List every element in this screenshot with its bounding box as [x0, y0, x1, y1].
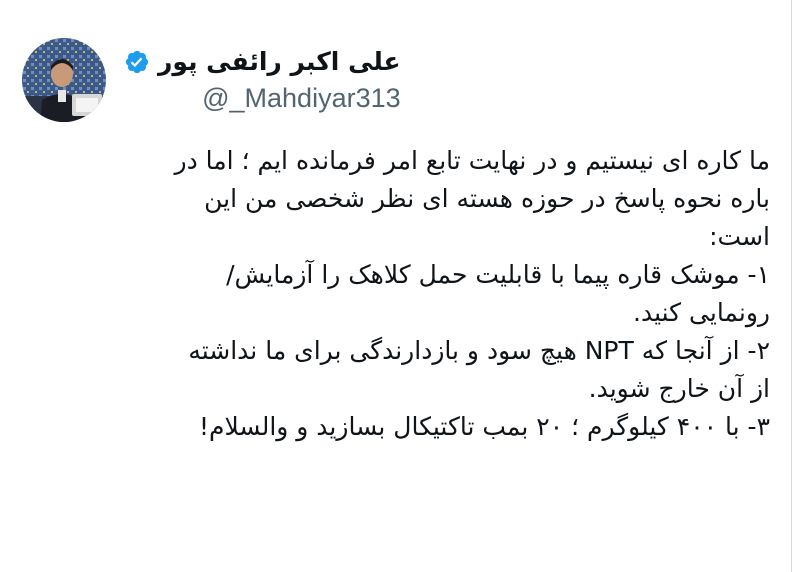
tweet-text-line: باره نحوه پاسخ در حوزه هسته ای نظر شخصی … — [204, 184, 770, 213]
display-name: علی اکبر رائفی پور — [158, 47, 401, 76]
avatar[interactable] — [22, 38, 106, 122]
tweet-text-line: ۲- از آنجا که NPT هیچ سود و بازدارندگی ب… — [188, 336, 770, 365]
verified-badge-icon — [124, 49, 150, 75]
tweet-text-line: ۱- موشک قاره پیما با قابلیت حمل کلاهک را… — [226, 260, 770, 289]
tweet-card: علی اکبر رائفی پور @_Mahdiyar313 ما کاره… — [0, 0, 800, 572]
frame-divider — [791, 0, 792, 572]
tweet-text-line: ما کاره ای نیستیم و در نهایت تابع امر فر… — [174, 146, 770, 175]
tweet-text-line: از آن خارج شوید. — [588, 374, 770, 403]
user-handle[interactable]: @_Mahdiyar313 — [202, 81, 401, 115]
tweet-header: علی اکبر رائفی پور @_Mahdiyar313 — [22, 38, 401, 122]
tweet-text-line: رونمایی کنید. — [633, 298, 770, 327]
tweet-text-line: ۳- با ۴۰۰ کیلوگرم ؛ ۲۰ بمب تاکتیکال بساز… — [198, 412, 770, 441]
tweet-text-line: است: — [709, 222, 770, 251]
display-name-row[interactable]: علی اکبر رائفی پور — [124, 45, 401, 79]
author-names: علی اکبر رائفی پور @_Mahdiyar313 — [124, 45, 401, 115]
tweet-body: ما کاره ای نیستیم و در نهایت تابع امر فر… — [30, 142, 770, 446]
